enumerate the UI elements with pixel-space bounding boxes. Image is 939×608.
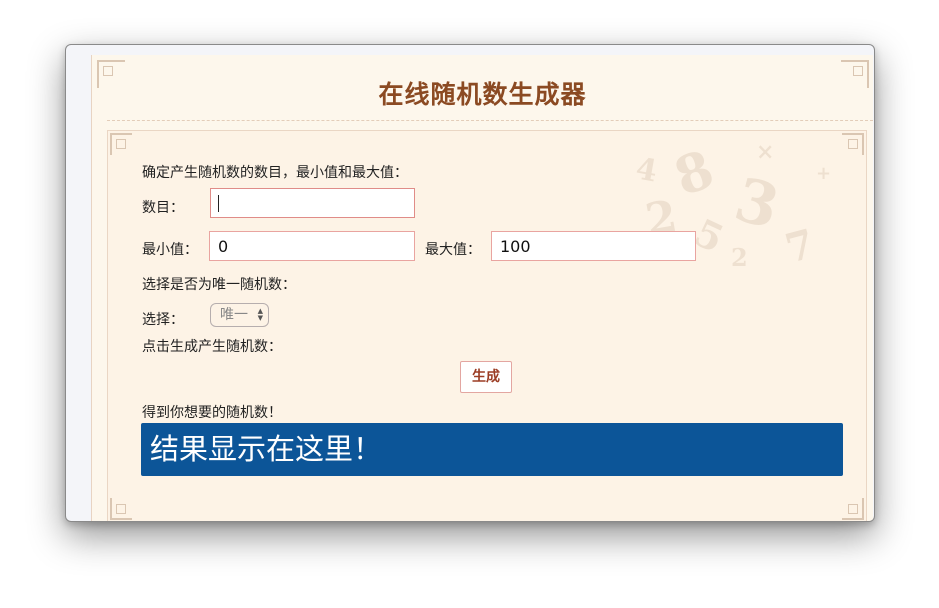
result-display: 结果显示在这里！ bbox=[141, 423, 843, 476]
corner-ornament bbox=[842, 133, 864, 155]
max-input[interactable] bbox=[491, 231, 696, 261]
max-label: 最大值： bbox=[425, 242, 481, 258]
unique-select[interactable]: 唯一 ▲ ▼ bbox=[210, 303, 269, 327]
browser-window: 在线随机数生成器 8 3 2 5 7 × 4 + 2 确定产生随机数的数目，最小… bbox=[65, 44, 875, 522]
corner-ornament bbox=[110, 133, 132, 155]
generate-intro-label: 点击生成产生随机数： bbox=[142, 339, 282, 355]
text-cursor bbox=[218, 195, 219, 212]
corner-ornament bbox=[842, 498, 864, 520]
count-input[interactable] bbox=[210, 188, 415, 218]
unique-intro-label: 选择是否为唯一随机数： bbox=[142, 277, 296, 293]
unique-select-value: 唯一 bbox=[220, 307, 248, 323]
title-divider bbox=[107, 120, 873, 121]
corner-ornament bbox=[110, 498, 132, 520]
count-label: 数目： bbox=[142, 200, 184, 216]
min-label: 最小值： bbox=[142, 242, 198, 258]
select-arrows-icon: ▲ ▼ bbox=[257, 307, 263, 322]
form-panel: 8 3 2 5 7 × 4 + 2 确定产生随机数的数目，最小值和最大值： 数目… bbox=[107, 130, 867, 521]
numbers-decoration-image: 8 3 2 5 7 × 4 + 2 bbox=[636, 138, 832, 273]
generate-button[interactable]: 生成 bbox=[460, 361, 512, 393]
min-input[interactable] bbox=[209, 231, 415, 261]
generator-panel: 在线随机数生成器 8 3 2 5 7 × 4 + 2 确定产生随机数的数目，最小… bbox=[91, 55, 873, 521]
intro-label: 确定产生随机数的数目，最小值和最大值： bbox=[142, 165, 408, 181]
select-label: 选择： bbox=[142, 312, 184, 328]
page-title: 在线随机数生成器 bbox=[378, 80, 587, 109]
result-intro-label: 得到你想要的随机数！ bbox=[142, 405, 282, 421]
